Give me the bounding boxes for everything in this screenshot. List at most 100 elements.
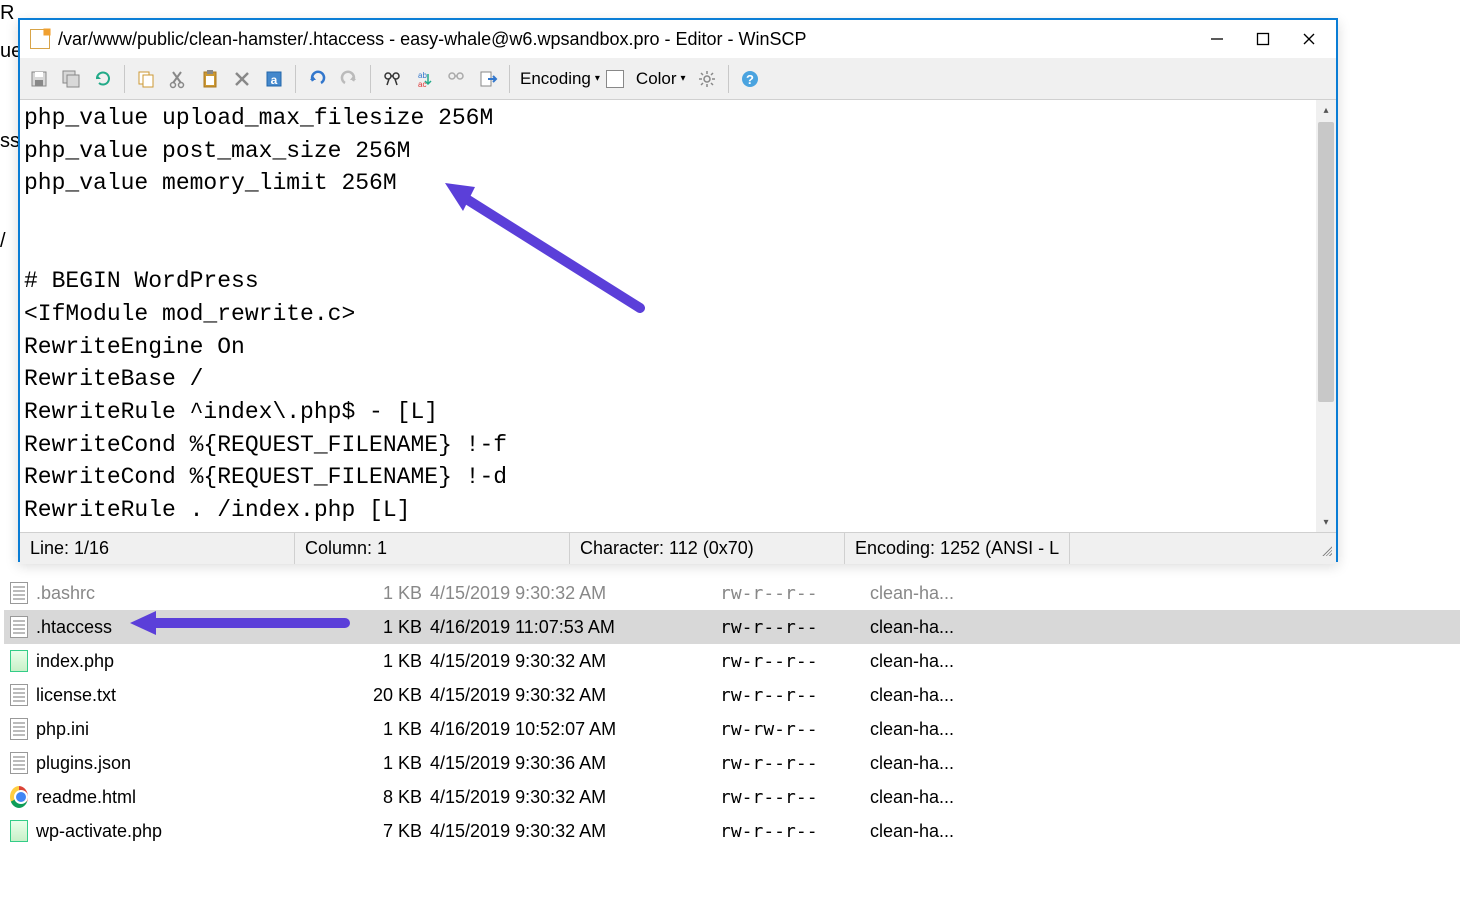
- status-column: Column: 1: [295, 533, 570, 564]
- file-row[interactable]: php.ini1 KB4/16/2019 10:52:07 AMrw-rw-r-…: [4, 712, 1460, 746]
- minimize-button[interactable]: [1194, 23, 1240, 55]
- file-date: 4/15/2019 9:30:32 AM: [430, 583, 720, 604]
- cut-icon[interactable]: [163, 64, 193, 94]
- editor-window: /var/www/public/clean-hamster/.htaccess …: [18, 18, 1338, 562]
- help-icon[interactable]: ?: [735, 64, 765, 94]
- file-size: 8 KB: [354, 787, 430, 808]
- file-icon: [4, 616, 34, 638]
- status-character: Character: 112 (0x70): [570, 533, 845, 564]
- file-row[interactable]: readme.html8 KB4/15/2019 9:30:32 AMrw-r-…: [4, 780, 1460, 814]
- file-permissions: rw-r--r--: [720, 685, 870, 706]
- svg-text:ab: ab: [418, 71, 427, 80]
- file-date: 4/15/2019 9:30:32 AM: [430, 787, 720, 808]
- file-size: 20 KB: [354, 685, 430, 706]
- file-date: 4/15/2019 9:30:36 AM: [430, 753, 720, 774]
- svg-text:?: ?: [746, 72, 754, 87]
- close-button[interactable]: [1286, 23, 1332, 55]
- color-swatch[interactable]: [606, 70, 624, 88]
- file-icon: [4, 718, 34, 740]
- file-name: wp-activate.php: [34, 821, 354, 842]
- file-owner: clean-ha...: [870, 617, 1020, 638]
- scroll-up-icon[interactable]: ▴: [1316, 100, 1336, 120]
- editor-app-icon: [30, 29, 50, 49]
- file-icon: [4, 820, 34, 842]
- resize-grip[interactable]: [1320, 544, 1332, 556]
- save-all-icon[interactable]: [56, 64, 86, 94]
- file-icon: [4, 752, 34, 774]
- replace-icon[interactable]: abac: [409, 64, 439, 94]
- file-name: plugins.json: [34, 753, 354, 774]
- file-icon: [4, 582, 34, 604]
- file-owner: clean-ha...: [870, 719, 1020, 740]
- paste-icon[interactable]: [195, 64, 225, 94]
- scroll-thumb[interactable]: [1318, 122, 1334, 402]
- maximize-button[interactable]: [1240, 23, 1286, 55]
- file-size: 1 KB: [354, 753, 430, 774]
- bg-char: R: [0, 2, 14, 25]
- file-owner: clean-ha...: [870, 821, 1020, 842]
- file-size: 1 KB: [354, 651, 430, 672]
- file-size: 7 KB: [354, 821, 430, 842]
- status-encoding: Encoding: 1252 (ANSI - L: [845, 533, 1070, 564]
- copy-icon[interactable]: [131, 64, 161, 94]
- file-name: index.php: [34, 651, 354, 672]
- svg-text:a: a: [271, 73, 278, 87]
- find-icon[interactable]: [377, 64, 407, 94]
- reload-icon[interactable]: [88, 64, 118, 94]
- vertical-scrollbar[interactable]: ▴ ▾: [1316, 100, 1336, 532]
- scroll-down-icon[interactable]: ▾: [1316, 512, 1336, 532]
- file-row[interactable]: index.php1 KB4/15/2019 9:30:32 AMrw-r--r…: [4, 644, 1460, 678]
- select-all-icon[interactable]: a: [259, 64, 289, 94]
- file-size: 1 KB: [354, 719, 430, 740]
- titlebar[interactable]: /var/www/public/clean-hamster/.htaccess …: [20, 20, 1336, 58]
- file-name: readme.html: [34, 787, 354, 808]
- window-title: /var/www/public/clean-hamster/.htaccess …: [58, 29, 1194, 50]
- delete-icon[interactable]: [227, 64, 257, 94]
- goto-icon[interactable]: [473, 64, 503, 94]
- editor-content[interactable]: php_value upload_max_filesize 256M php_v…: [20, 100, 1336, 529]
- color-dropdown[interactable]: Color▾: [632, 69, 690, 89]
- file-icon: [4, 650, 34, 672]
- editor-body[interactable]: php_value upload_max_filesize 256M php_v…: [20, 100, 1336, 532]
- encoding-dropdown[interactable]: Encoding▾: [516, 69, 604, 89]
- file-permissions: rw-r--r--: [720, 787, 870, 808]
- file-row[interactable]: plugins.json1 KB4/15/2019 9:30:36 AMrw-r…: [4, 746, 1460, 780]
- file-name: php.ini: [34, 719, 354, 740]
- save-icon[interactable]: [24, 64, 54, 94]
- file-permissions: rw-r--r--: [720, 617, 870, 638]
- file-date: 4/15/2019 9:30:32 AM: [430, 821, 720, 842]
- file-owner: clean-ha...: [870, 753, 1020, 774]
- redo-icon[interactable]: [334, 64, 364, 94]
- file-owner: clean-ha...: [870, 651, 1020, 672]
- bg-char: ss: [0, 130, 20, 153]
- settings-icon[interactable]: [692, 64, 722, 94]
- file-permissions: rw-r--r--: [720, 753, 870, 774]
- toolbar: a abac Encoding▾ Color▾ ?: [20, 58, 1336, 100]
- file-name: .bashrc: [34, 583, 354, 604]
- file-date: 4/16/2019 10:52:07 AM: [430, 719, 720, 740]
- file-row[interactable]: wp-activate.php7 KB4/15/2019 9:30:32 AMr…: [4, 814, 1460, 848]
- file-owner: clean-ha...: [870, 787, 1020, 808]
- undo-icon[interactable]: [302, 64, 332, 94]
- file-icon: [4, 684, 34, 706]
- file-date: 4/15/2019 9:30:32 AM: [430, 651, 720, 672]
- bg-char: /: [0, 230, 6, 253]
- status-line: Line: 1/16: [20, 533, 295, 564]
- file-date: 4/16/2019 11:07:53 AM: [430, 617, 720, 638]
- file-row[interactable]: .htaccess1 KB4/16/2019 11:07:53 AMrw-r--…: [4, 610, 1460, 644]
- file-owner: clean-ha...: [870, 583, 1020, 604]
- file-permissions: rw-r--r--: [720, 651, 870, 672]
- file-owner: clean-ha...: [870, 685, 1020, 706]
- file-size: 1 KB: [354, 583, 430, 604]
- file-date: 4/15/2019 9:30:32 AM: [430, 685, 720, 706]
- file-name: .htaccess: [34, 617, 354, 638]
- file-name: license.txt: [34, 685, 354, 706]
- file-icon: [4, 786, 34, 808]
- file-permissions: rw-r--r--: [720, 583, 870, 604]
- file-permissions: rw-r--r--: [720, 821, 870, 842]
- statusbar: Line: 1/16 Column: 1 Character: 112 (0x7…: [20, 532, 1336, 564]
- file-row[interactable]: license.txt20 KB4/15/2019 9:30:32 AMrw-r…: [4, 678, 1460, 712]
- file-permissions: rw-rw-r--: [720, 719, 870, 740]
- find-next-icon[interactable]: [441, 64, 471, 94]
- file-row[interactable]: .bashrc1 KB4/15/2019 9:30:32 AMrw-r--r--…: [4, 576, 1460, 610]
